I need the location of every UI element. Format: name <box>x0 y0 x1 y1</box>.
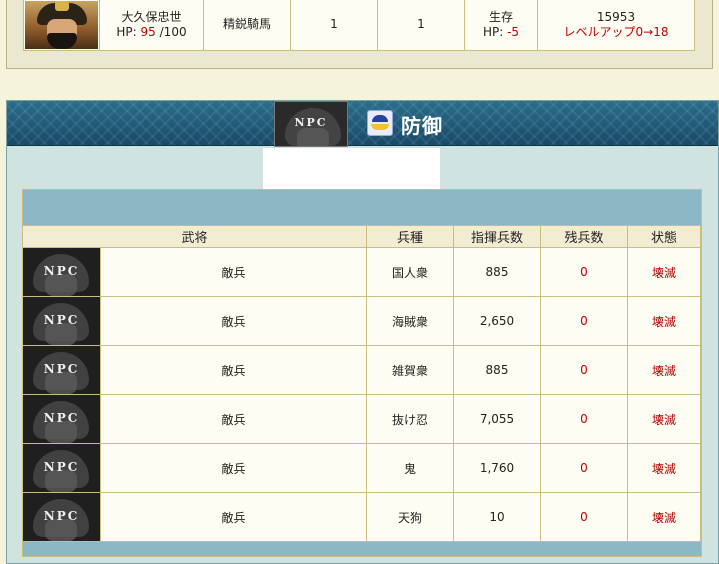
npc-badge[interactable]: NPC <box>23 395 100 443</box>
remaining-count: 0 <box>540 394 628 444</box>
command-count: 7,055 <box>453 394 541 444</box>
npc-badge[interactable]: NPC <box>23 346 100 394</box>
npc-portrait-cell: NPC <box>22 247 101 297</box>
remaining-count: 0 <box>540 247 628 297</box>
command-count: 1,760 <box>453 443 541 493</box>
npc-badge[interactable]: NPC <box>23 297 100 345</box>
unit-type: 抜け忍 <box>366 394 454 444</box>
status-badge: 壊滅 <box>627 345 701 395</box>
status-badge: 壊滅 <box>627 394 701 444</box>
unit-type: 雑賀衆 <box>366 345 454 395</box>
unit-type: 国人衆 <box>366 247 454 297</box>
enemy-name: 敵兵 <box>100 394 367 444</box>
status-hp-change: -5 <box>507 24 520 39</box>
shield-helmet-icon <box>367 110 393 136</box>
npc-portrait-cell: NPC <box>22 443 101 493</box>
levelup-text: レベルアップ0→18 <box>563 24 669 39</box>
table-row: NPC 敵兵 天狗 10 0 壊滅 <box>22 492 701 542</box>
npc-portrait-cell: NPC <box>22 296 101 346</box>
enemy-name: 敵兵 <box>100 443 367 493</box>
enemy-name: 敵兵 <box>100 296 367 346</box>
status-badge: 壊滅 <box>627 296 701 346</box>
defense-title: 防御 <box>401 114 443 138</box>
unit-count-1: 1 <box>290 0 378 51</box>
exp-value: 15953 <box>596 9 636 24</box>
attacker-panel: 大久保忠世 HP: 95 /100 精鋭騎馬 1 1 生存 HP: -5 159… <box>6 0 713 69</box>
general-name[interactable]: 大久保忠世 <box>100 10 203 25</box>
remaining-count: 0 <box>540 492 628 542</box>
remaining-count: 0 <box>540 296 628 346</box>
general-hp-current: 95 <box>140 24 156 39</box>
unit-type: 鬼 <box>366 443 454 493</box>
enemy-name: 敵兵 <box>100 345 367 395</box>
unit-type: 精鋭騎馬 <box>203 0 291 51</box>
general-name-cell: 大久保忠世 HP: 95 /100 <box>99 0 204 51</box>
command-count: 885 <box>453 247 541 297</box>
table-row: NPC 敵兵 鬼 1,760 0 壊滅 <box>22 443 701 493</box>
npc-badge[interactable]: NPC <box>23 493 100 541</box>
npc-portrait-cell: NPC <box>22 345 101 395</box>
general-hp-max: /100 <box>159 24 187 39</box>
command-count: 2,650 <box>453 296 541 346</box>
command-count: 885 <box>453 345 541 395</box>
table-row: NPC 敵兵 海賊衆 2,650 0 壊滅 <box>22 296 701 346</box>
npc-badge[interactable]: NPC <box>23 444 100 492</box>
unit-type: 天狗 <box>366 492 454 542</box>
col-header-general: 武将 <box>22 225 367 248</box>
status-badge: 壊滅 <box>627 247 701 297</box>
header-npc-badge: NPC <box>274 101 348 147</box>
enemy-name: 敵兵 <box>100 247 367 297</box>
npc-portrait-cell: NPC <box>22 492 101 542</box>
col-header-status: 状態 <box>627 225 701 248</box>
defense-header: NPC 防御 <box>7 101 718 147</box>
status-text: 生存 <box>488 9 513 24</box>
general-hp: HP: 95 /100 <box>116 24 187 39</box>
enemy-name: 敵兵 <box>100 492 367 542</box>
general-portrait-cell <box>23 0 100 51</box>
remaining-count: 0 <box>540 345 628 395</box>
general-portrait[interactable] <box>25 0 98 49</box>
status-cell: 生存 HP: -5 <box>464 0 538 51</box>
status-badge: 壊滅 <box>627 492 701 542</box>
npc-badge: NPC <box>275 102 347 146</box>
npc-badge[interactable]: NPC <box>23 248 100 296</box>
attacker-table: 大久保忠世 HP: 95 /100 精鋭騎馬 1 1 生存 HP: -5 159… <box>23 0 695 51</box>
table-row: NPC 敵兵 国人衆 885 0 壊滅 <box>22 247 701 297</box>
remaining-count: 0 <box>540 443 628 493</box>
col-header-remaining: 残兵数 <box>540 225 628 248</box>
status-badge: 壊滅 <box>627 443 701 493</box>
table-header-row: 武将 兵種 指揮兵数 残兵数 状態 <box>22 225 701 248</box>
col-header-type: 兵種 <box>366 225 454 248</box>
table-row: NPC 敵兵 抜け忍 7,055 0 壊滅 <box>22 394 701 444</box>
unit-type: 海賊衆 <box>366 296 454 346</box>
status-hp: HP: -5 <box>482 24 520 39</box>
defense-panel: NPC 防御 武将 兵種 指揮兵数 残兵数 状態 NPC 敵兵 国人衆 885 … <box>6 100 719 564</box>
defense-table: 武将 兵種 指揮兵数 残兵数 状態 NPC 敵兵 国人衆 885 0 壊滅 NP… <box>22 225 701 542</box>
table-row: NPC 敵兵 雑賀衆 885 0 壊滅 <box>22 345 701 395</box>
npc-portrait-cell: NPC <box>22 394 101 444</box>
col-header-command: 指揮兵数 <box>453 225 541 248</box>
exp-cell: 15953 レベルアップ0→18 <box>537 0 695 51</box>
command-count: 10 <box>453 492 541 542</box>
unit-count-2: 1 <box>377 0 465 51</box>
attacker-row: 大久保忠世 HP: 95 /100 精鋭騎馬 1 1 生存 HP: -5 159… <box>23 0 695 51</box>
